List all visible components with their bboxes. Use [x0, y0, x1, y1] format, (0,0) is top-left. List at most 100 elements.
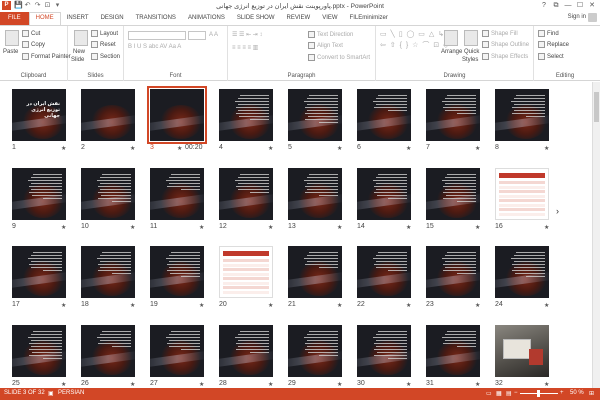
slide-thumbnail[interactable]: [357, 89, 411, 141]
account-avatar[interactable]: [588, 13, 597, 22]
transition-star-icon[interactable]: ★: [199, 224, 204, 231]
minimize-icon[interactable]: —: [562, 0, 574, 11]
tab-insert[interactable]: INSERT: [61, 12, 95, 25]
copy-button[interactable]: Copy: [22, 41, 45, 48]
slide-thumbnail[interactable]: [426, 246, 480, 298]
transition-star-icon[interactable]: ★: [130, 302, 135, 309]
transition-star-icon[interactable]: ★: [475, 224, 480, 231]
slide-thumbnail[interactable]: [495, 89, 549, 141]
arrange-button[interactable]: Arrange: [441, 49, 462, 55]
tab-review[interactable]: REVIEW: [281, 12, 317, 25]
transition-star-icon[interactable]: ★: [544, 224, 549, 231]
select-button[interactable]: Select: [538, 53, 564, 60]
font-grow-icon[interactable]: A A: [209, 32, 218, 38]
scrollbar-thumb[interactable]: [594, 92, 599, 122]
slide-thumbnail[interactable]: [12, 325, 66, 377]
slide-thumbnail[interactable]: [81, 168, 135, 220]
align-buttons[interactable]: ≡ ≡ ≡ ≡ ▥: [232, 44, 258, 51]
font-size-box[interactable]: [188, 31, 206, 40]
slide-thumbnail[interactable]: [495, 325, 549, 377]
transition-star-icon[interactable]: ★: [61, 302, 66, 309]
slide-thumbnail[interactable]: [219, 89, 273, 141]
transition-star-icon[interactable]: ★: [61, 224, 66, 231]
transition-star-icon[interactable]: ★: [337, 302, 342, 309]
new-slide-button[interactable]: New: [73, 49, 85, 55]
quick-styles-button[interactable]: Quick: [464, 49, 479, 55]
slide-thumbnail[interactable]: [288, 246, 342, 298]
transition-star-icon[interactable]: ★: [406, 302, 411, 309]
slide-thumbnail[interactable]: [426, 325, 480, 377]
zoom-level[interactable]: 50 %: [570, 390, 584, 396]
transition-star-icon[interactable]: ★: [475, 381, 480, 388]
slide-thumbnail[interactable]: [81, 325, 135, 377]
slide-thumbnail[interactable]: نقش ایران در توزیع انرژی جهانی: [12, 89, 66, 141]
vertical-scrollbar[interactable]: [592, 82, 600, 388]
tab-view[interactable]: VIEW: [316, 12, 343, 25]
transition-star-icon[interactable]: ★: [268, 145, 273, 152]
slide-thumbnail[interactable]: [12, 168, 66, 220]
convert-smartart-button[interactable]: Convert to SmartArt: [308, 54, 370, 61]
transition-star-icon[interactable]: ★: [337, 381, 342, 388]
zoom-slider-knob[interactable]: [537, 390, 540, 397]
transition-star-icon[interactable]: ★: [268, 381, 273, 388]
format-painter-button[interactable]: Format Painter: [22, 53, 71, 60]
slide-thumbnail[interactable]: [81, 246, 135, 298]
slide-thumbnail[interactable]: [495, 168, 549, 220]
transition-star-icon[interactable]: ★: [544, 302, 549, 309]
transition-star-icon[interactable]: ★: [130, 224, 135, 231]
maximize-icon[interactable]: ☐: [574, 0, 586, 11]
close-icon[interactable]: ✕: [586, 0, 598, 11]
slide-thumbnail[interactable]: [12, 246, 66, 298]
slide-thumbnail[interactable]: [288, 89, 342, 141]
transition-star-icon[interactable]: ★: [406, 381, 411, 388]
slide-thumbnail[interactable]: [219, 246, 273, 298]
transition-star-icon[interactable]: ★: [61, 145, 66, 152]
slide-thumbnail[interactable]: [219, 325, 273, 377]
transition-star-icon[interactable]: ★: [61, 381, 66, 388]
replace-button[interactable]: Replace: [538, 41, 569, 48]
transition-star-icon[interactable]: ★: [475, 302, 480, 309]
slide-thumbnail[interactable]: [288, 168, 342, 220]
normal-view-icon[interactable]: ▭: [486, 390, 492, 397]
transition-star-icon[interactable]: ★: [177, 145, 182, 152]
quick-styles-icon[interactable]: [464, 30, 478, 46]
slide-thumbnail[interactable]: [357, 325, 411, 377]
transition-star-icon[interactable]: ★: [337, 224, 342, 231]
slide-thumbnail[interactable]: [150, 325, 204, 377]
help-icon[interactable]: ?: [538, 0, 550, 11]
align-text-button[interactable]: Align Text: [308, 42, 343, 49]
transition-star-icon[interactable]: ★: [199, 302, 204, 309]
tab-slide-show[interactable]: SLIDE SHOW: [231, 12, 281, 25]
language-status[interactable]: PERSIAN: [58, 390, 84, 396]
slide-thumbnail[interactable]: [81, 89, 135, 141]
slide-thumbnail[interactable]: [150, 168, 204, 220]
font-format-buttons[interactable]: B I U S abc AV Aa A: [128, 44, 181, 50]
shape-outline-button[interactable]: Shape Outline: [482, 41, 529, 48]
transition-star-icon[interactable]: ★: [130, 145, 135, 152]
zoom-out-icon[interactable]: −: [514, 390, 518, 396]
tab-home[interactable]: HOME: [28, 12, 61, 25]
sign-in-link[interactable]: Sign in: [568, 14, 586, 20]
arrange-icon[interactable]: [444, 30, 458, 46]
slide-thumbnail[interactable]: [426, 89, 480, 141]
reading-view-icon[interactable]: ▤: [506, 390, 512, 397]
transition-star-icon[interactable]: ★: [337, 145, 342, 152]
transition-star-icon[interactable]: ★: [268, 224, 273, 231]
transition-star-icon[interactable]: ★: [199, 381, 204, 388]
shape-effects-button[interactable]: Shape Effects: [482, 53, 528, 60]
transition-star-icon[interactable]: ★: [268, 302, 273, 309]
paste-icon[interactable]: [5, 30, 19, 46]
reset-button[interactable]: Reset: [91, 41, 116, 48]
new-slide-icon[interactable]: [74, 30, 88, 46]
paste-button[interactable]: Paste: [3, 49, 18, 55]
zoom-in-icon[interactable]: +: [560, 390, 564, 396]
slide-thumbnail[interactable]: [495, 246, 549, 298]
transition-star-icon[interactable]: ★: [130, 381, 135, 388]
slide-thumbnail[interactable]: [357, 246, 411, 298]
font-name-box[interactable]: [128, 31, 186, 40]
quick-styles-label[interactable]: Styles: [462, 57, 478, 63]
new-slide-label[interactable]: Slide: [71, 57, 84, 63]
slide-thumbnail[interactable]: [288, 325, 342, 377]
list-buttons[interactable]: ☰ ☰ ⇤ ⇥ ↕: [232, 31, 262, 38]
slide-thumbnail[interactable]: [357, 168, 411, 220]
